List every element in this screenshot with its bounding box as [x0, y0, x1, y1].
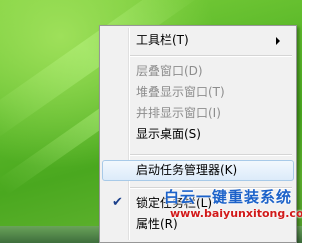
menu-item-label: 层叠窗口(D) [136, 64, 203, 78]
menu-separator [130, 55, 292, 57]
menu-item-side-by-side-windows[interactable]: 并排显示窗口(I) [102, 103, 294, 124]
menu-item-label: 并排显示窗口(I) [136, 106, 221, 120]
menu-item-label: 启动任务管理器(K) [136, 163, 238, 177]
desktop-wallpaper[interactable]: 工具栏(T) 层叠窗口(D) 堆叠显示窗口(T) 并排显示窗口(I) 显示桌面(… [0, 0, 302, 243]
menu-item-stack-windows[interactable]: 堆叠显示窗口(T) [102, 82, 294, 103]
menu-item-label: 显示桌面(S) [136, 127, 201, 141]
watermark-title: 白云一键重装系统 [164, 188, 293, 206]
checkmark-icon: ✔ [112, 195, 123, 210]
menu-item-label: 工具栏(T) [136, 33, 189, 47]
menu-separator [130, 154, 292, 156]
submenu-arrow-icon [276, 37, 280, 45]
menu-item-cascade-windows[interactable]: 层叠窗口(D) [102, 61, 294, 82]
menu-item-label: 堆叠显示窗口(T) [136, 85, 225, 99]
watermark-url: www.baiyunxitong.com [170, 207, 302, 220]
menu-item-show-desktop[interactable]: 显示桌面(S) [102, 124, 294, 145]
menu-item-task-manager[interactable]: 启动任务管理器(K) [102, 160, 294, 181]
menu-item-toolbars[interactable]: 工具栏(T) [102, 30, 294, 51]
